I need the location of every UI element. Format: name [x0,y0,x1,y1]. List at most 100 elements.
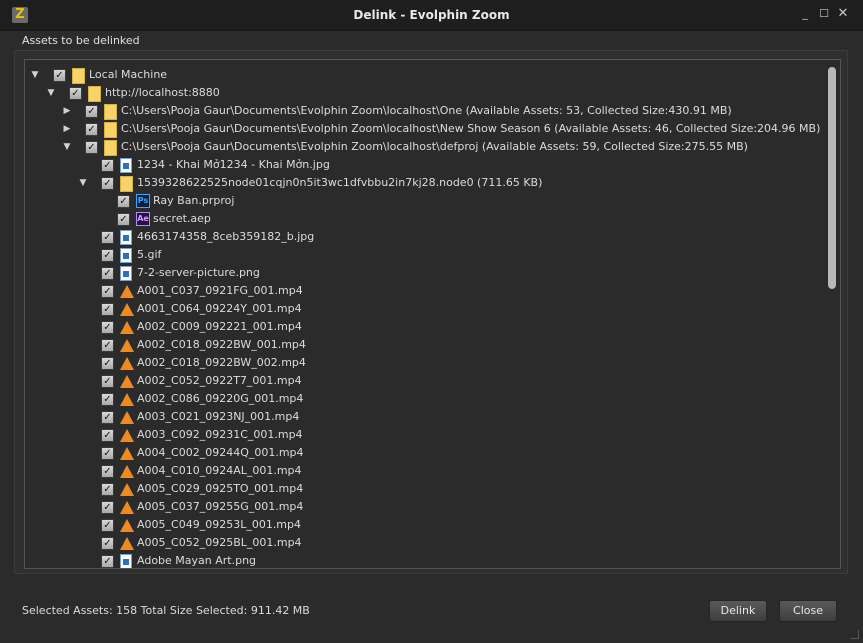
row-checkbox[interactable]: ✓ [69,87,82,100]
row-checkbox[interactable]: ✓ [101,501,114,514]
row-checkbox[interactable]: ✓ [117,195,130,208]
row-checkbox[interactable]: ✓ [101,339,114,352]
tree-row[interactable]: ✓ A002_C086_09220G_001.mp4 [25,390,824,408]
row-label: A001_C064_09224Y_001.mp4 [137,302,302,315]
tree-row[interactable]: ✓ A002_C052_0922T7_001.mp4 [25,372,824,390]
tree-row[interactable]: ✓ A005_C049_09253L_001.mp4 [25,516,824,534]
expand-arrow-icon[interactable]: ▼ [77,174,89,192]
row-checkbox[interactable]: ✓ [85,123,98,136]
row-label: A002_C018_0922BW_002.mp4 [137,356,306,369]
video-file-icon [120,483,134,496]
video-file-icon [120,411,134,424]
tree-row[interactable]: ✓ Ae secret.aep [25,210,824,228]
resize-grip-icon[interactable] [850,630,859,639]
video-file-icon [120,339,134,352]
close-button[interactable]: Close [779,600,837,622]
tree-row[interactable]: ▼ ✓ Local Machine [25,66,824,84]
video-file-icon [120,375,134,388]
vertical-scrollbar[interactable] [826,63,839,563]
row-checkbox[interactable]: ✓ [101,303,114,316]
row-checkbox[interactable]: ✓ [101,375,114,388]
premiere-file-icon: Ps [136,194,150,208]
maximize-button[interactable]: ☐ [818,8,830,20]
row-checkbox[interactable]: ✓ [117,213,130,226]
row-checkbox[interactable]: ✓ [85,105,98,118]
tree-row[interactable]: ✓ A003_C021_0923NJ_001.mp4 [25,408,824,426]
tree-row[interactable]: ✓ A002_C018_0922BW_001.mp4 [25,336,824,354]
delink-button[interactable]: Delink [709,600,767,622]
scroll-thumb[interactable] [828,67,836,289]
row-label: http://localhost:8880 [105,86,220,99]
window-title: Delink - Evolphin Zoom [353,8,510,22]
video-file-icon [120,303,134,316]
tree-row[interactable]: ✓ A001_C064_09224Y_001.mp4 [25,300,824,318]
row-checkbox[interactable]: ✓ [101,483,114,496]
expand-arrow-icon[interactable]: ▼ [61,138,73,156]
tree-row[interactable]: ▶ ✓ C:\Users\Pooja Gaur\Documents\Evolphin… [25,102,824,120]
row-label: A004_C010_0924AL_001.mp4 [137,464,302,477]
expand-arrow-icon[interactable]: ▼ [45,84,57,102]
tree-row[interactable]: ✓ Ps Ray Ban.prproj [25,192,824,210]
tree-row[interactable]: ✓ A002_C009_092221_001.mp4 [25,318,824,336]
folder-icon [104,140,117,156]
tree-row[interactable]: ✓ A002_C018_0922BW_002.mp4 [25,354,824,372]
close-window-button[interactable]: ✕ [837,7,849,20]
image-file-icon [120,158,132,173]
row-label: 1234 - Khai Mở1234 - Khai Mởn.jpg [137,158,330,171]
row-label: A005_C052_0925BL_001.mp4 [137,536,302,549]
title-bar: Z Delink - Evolphin Zoom _ ☐ ✕ [0,0,863,31]
tree-row[interactable]: ✓ A001_C037_0921FG_001.mp4 [25,282,824,300]
video-file-icon [120,465,134,478]
row-checkbox[interactable]: ✓ [101,285,114,298]
row-checkbox[interactable]: ✓ [53,69,66,82]
tree-row[interactable]: ▼ ✓ 1539328622525node01cqjn0n5it3wc1dfvbbu… [25,174,824,192]
video-file-icon [120,519,134,532]
row-checkbox[interactable]: ✓ [101,267,114,280]
tree-row[interactable]: ✓ A005_C052_0925BL_001.mp4 [25,534,824,552]
tree-row[interactable]: ▼ ✓ C:\Users\Pooja Gaur\Documents\Evolphin… [25,138,824,156]
tree-row[interactable]: ✓ A005_C037_09255G_001.mp4 [25,498,824,516]
video-file-icon [120,537,134,550]
row-checkbox[interactable]: ✓ [101,357,114,370]
asset-tree[interactable]: ▼ ✓ Local Machine ▼ ✓ http://localhost:8880 ▶ ✓… [24,59,841,569]
tree-row[interactable]: ✓ Adobe Mayan Art.png [25,552,824,568]
row-checkbox[interactable]: ✓ [101,231,114,244]
row-label: A005_C037_09255G_001.mp4 [137,500,304,513]
collapse-arrow-icon[interactable]: ▶ [61,120,73,138]
tree-row[interactable]: ✓ A004_C002_09244Q_001.mp4 [25,444,824,462]
tree-row[interactable]: ✓ 7-2-server-picture.png [25,264,824,282]
row-label: Ray Ban.prproj [153,194,235,207]
row-label: A002_C086_09220G_001.mp4 [137,392,304,405]
collapse-arrow-icon[interactable]: ▶ [61,102,73,120]
tree-row[interactable]: ✓ 1234 - Khai Mở1234 - Khai Mởn.jpg [25,156,824,174]
folder-icon [120,176,133,192]
folder-icon [88,86,101,102]
row-checkbox[interactable]: ✓ [101,249,114,262]
tree-row[interactable]: ▶ ✓ C:\Users\Pooja Gaur\Documents\Evolphin… [25,120,824,138]
video-file-icon [120,501,134,514]
tree-row[interactable]: ✓ A004_C010_0924AL_001.mp4 [25,462,824,480]
expand-arrow-icon[interactable]: ▼ [29,66,41,84]
row-label: C:\Users\Pooja Gaur\Documents\Evolphin Z… [121,104,732,117]
tree-row[interactable]: ✓ A003_C092_09231C_001.mp4 [25,426,824,444]
row-checkbox[interactable]: ✓ [101,429,114,442]
tree-row[interactable]: ✓ 4663174358_8ceb359182_b.jpg [25,228,824,246]
row-checkbox[interactable]: ✓ [101,447,114,460]
row-checkbox[interactable]: ✓ [101,411,114,424]
row-checkbox[interactable]: ✓ [101,159,114,172]
row-checkbox[interactable]: ✓ [85,141,98,154]
row-checkbox[interactable]: ✓ [101,519,114,532]
row-checkbox[interactable]: ✓ [101,177,114,190]
row-checkbox[interactable]: ✓ [101,537,114,550]
row-checkbox[interactable]: ✓ [101,465,114,478]
tree-row[interactable]: ✓ A005_C029_0925TO_001.mp4 [25,480,824,498]
image-file-icon [120,554,132,568]
section-label: Assets to be delinked [22,34,140,47]
row-checkbox[interactable]: ✓ [101,321,114,334]
minimize-button[interactable]: _ [799,8,811,20]
tree-row[interactable]: ✓ 5.gif [25,246,824,264]
tree-row[interactable]: ▼ ✓ http://localhost:8880 [25,84,824,102]
row-checkbox[interactable]: ✓ [101,393,114,406]
image-file-icon [120,266,132,281]
row-checkbox[interactable]: ✓ [101,555,114,568]
